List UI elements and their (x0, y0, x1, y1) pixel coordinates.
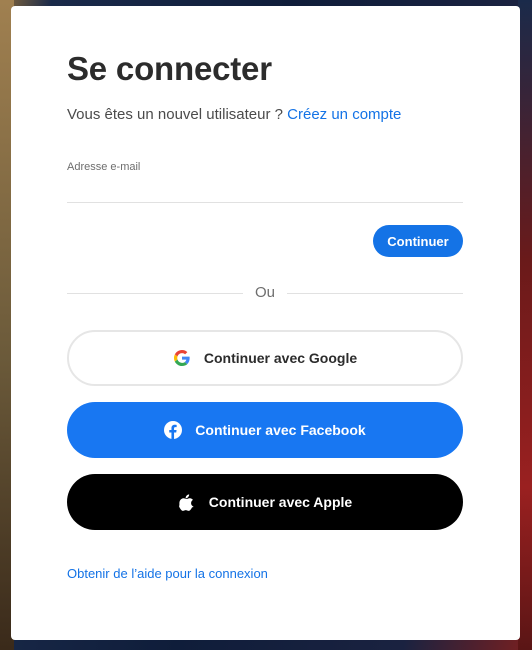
sign-in-help-link[interactable]: Obtenir de l’aide pour la connexion (67, 566, 268, 581)
facebook-icon (164, 421, 183, 439)
sign-in-card: Se connecter Vous êtes un nouvel utilisa… (11, 6, 520, 640)
facebook-button-label: Continuer avec Facebook (195, 422, 366, 438)
email-label: Adresse e-mail (67, 161, 141, 173)
google-icon (173, 349, 191, 367)
continue-with-apple-button[interactable]: Continuer avec Apple (67, 474, 463, 530)
background-right (518, 0, 532, 650)
page-title: Se connecter (67, 50, 272, 87)
continue-with-facebook-button[interactable]: Continuer avec Facebook (67, 402, 463, 458)
google-button-label: Continuer avec Google (203, 350, 358, 366)
continue-with-google-button[interactable]: Continuer avec Google (67, 330, 463, 386)
new-user-prompt: Vous êtes un nouvel utilisateur ? Créez … (67, 106, 401, 123)
create-account-link[interactable]: Créez un compte (287, 106, 401, 123)
apple-button-label: Continuer avec Apple (208, 494, 353, 510)
continue-button[interactable]: Continuer (373, 225, 463, 257)
email-field[interactable] (67, 176, 463, 203)
apple-icon (178, 493, 196, 511)
divider-line-right (287, 293, 463, 294)
new-user-text: Vous êtes un nouvel utilisateur ? (67, 106, 283, 123)
or-divider: Ou (67, 283, 463, 303)
